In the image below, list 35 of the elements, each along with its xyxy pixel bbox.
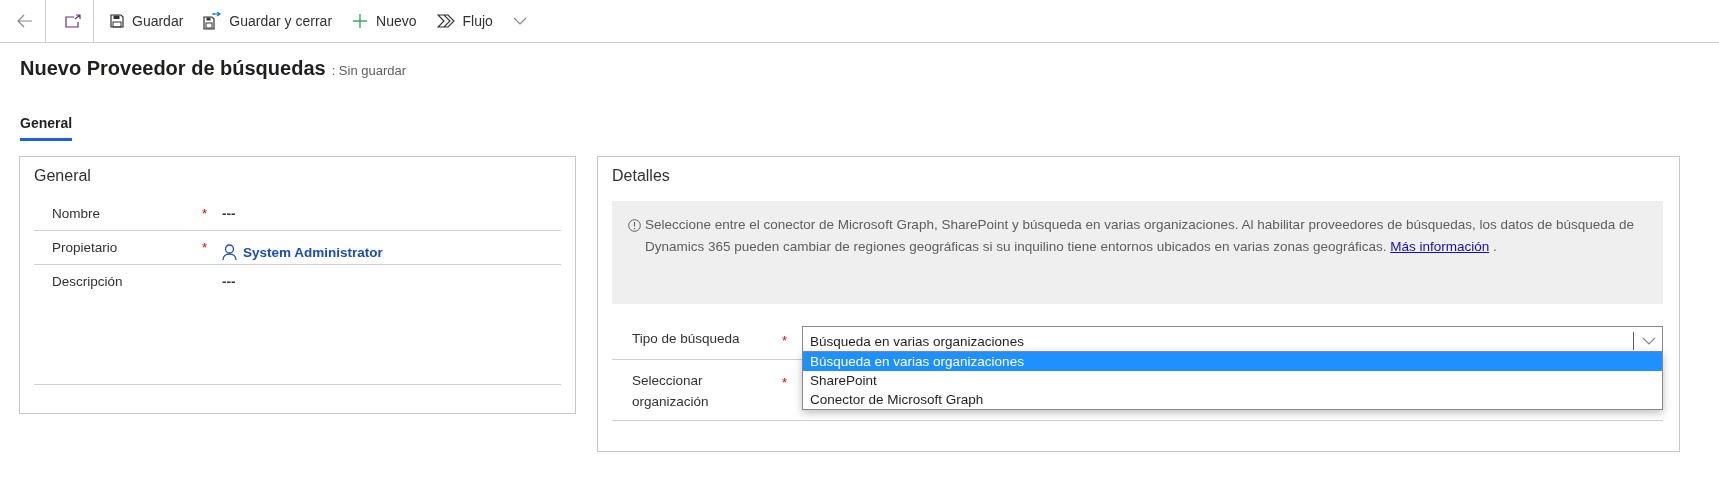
new-button[interactable]: Nuevo — [342, 0, 427, 42]
popout-icon — [64, 14, 81, 28]
plus-icon — [352, 13, 369, 29]
chevron-down-icon — [512, 17, 527, 25]
chevron-down-icon — [1642, 337, 1656, 345]
field-label: Tipo de búsqueda — [632, 330, 741, 348]
field-value: --- — [222, 206, 237, 223]
dropdown-option[interactable]: Conector de Microsoft Graph — [803, 390, 1662, 409]
info-icon — [628, 219, 641, 232]
required-mark: * — [202, 206, 209, 223]
info-text: Seleccione entre el conector de Microsoft Graph, SharePoint y búsqueda en varias organizaciones. Al habilitar proveedores de búsquedas, los datos de búsqueda de Dynamics 365 pueden cambiar de regiones geográficas si su inquilino tiene entornos ubicados en varias zonas geográficas. Más información . — [645, 216, 1636, 256]
field-value: --- — [222, 274, 237, 291]
owner-link[interactable]: System Administrator — [222, 240, 561, 264]
save-close-icon — [203, 12, 222, 30]
required-mark: * — [782, 332, 789, 350]
save-close-button[interactable]: Guardar y cerrar — [193, 0, 343, 42]
back-arrow-icon — [16, 14, 33, 28]
person-icon — [222, 243, 237, 261]
flow-icon — [436, 14, 455, 28]
save-status: : Sin guardar — [331, 63, 407, 78]
section-title: General — [34, 167, 92, 185]
dropdown-option[interactable]: SharePoint — [803, 371, 1662, 390]
field-label: Nombre — [52, 206, 101, 223]
page-title: Nuevo Proveedor de búsquedas — [20, 57, 326, 80]
field-label: Propietario — [52, 240, 119, 257]
flow-button[interactable]: Flujo — [426, 0, 503, 42]
save-icon — [110, 14, 124, 28]
tab[interactable]: General — [20, 111, 73, 141]
required-mark: * — [782, 374, 789, 392]
more-info-link[interactable]: Más información — [1390, 239, 1490, 254]
section-title: Detalles — [612, 167, 671, 185]
field-label: Seleccionar organización — [632, 372, 710, 411]
field-label: Descripción — [52, 274, 124, 291]
required-mark: * — [202, 240, 209, 257]
save-button[interactable]: Guardar — [100, 0, 194, 42]
